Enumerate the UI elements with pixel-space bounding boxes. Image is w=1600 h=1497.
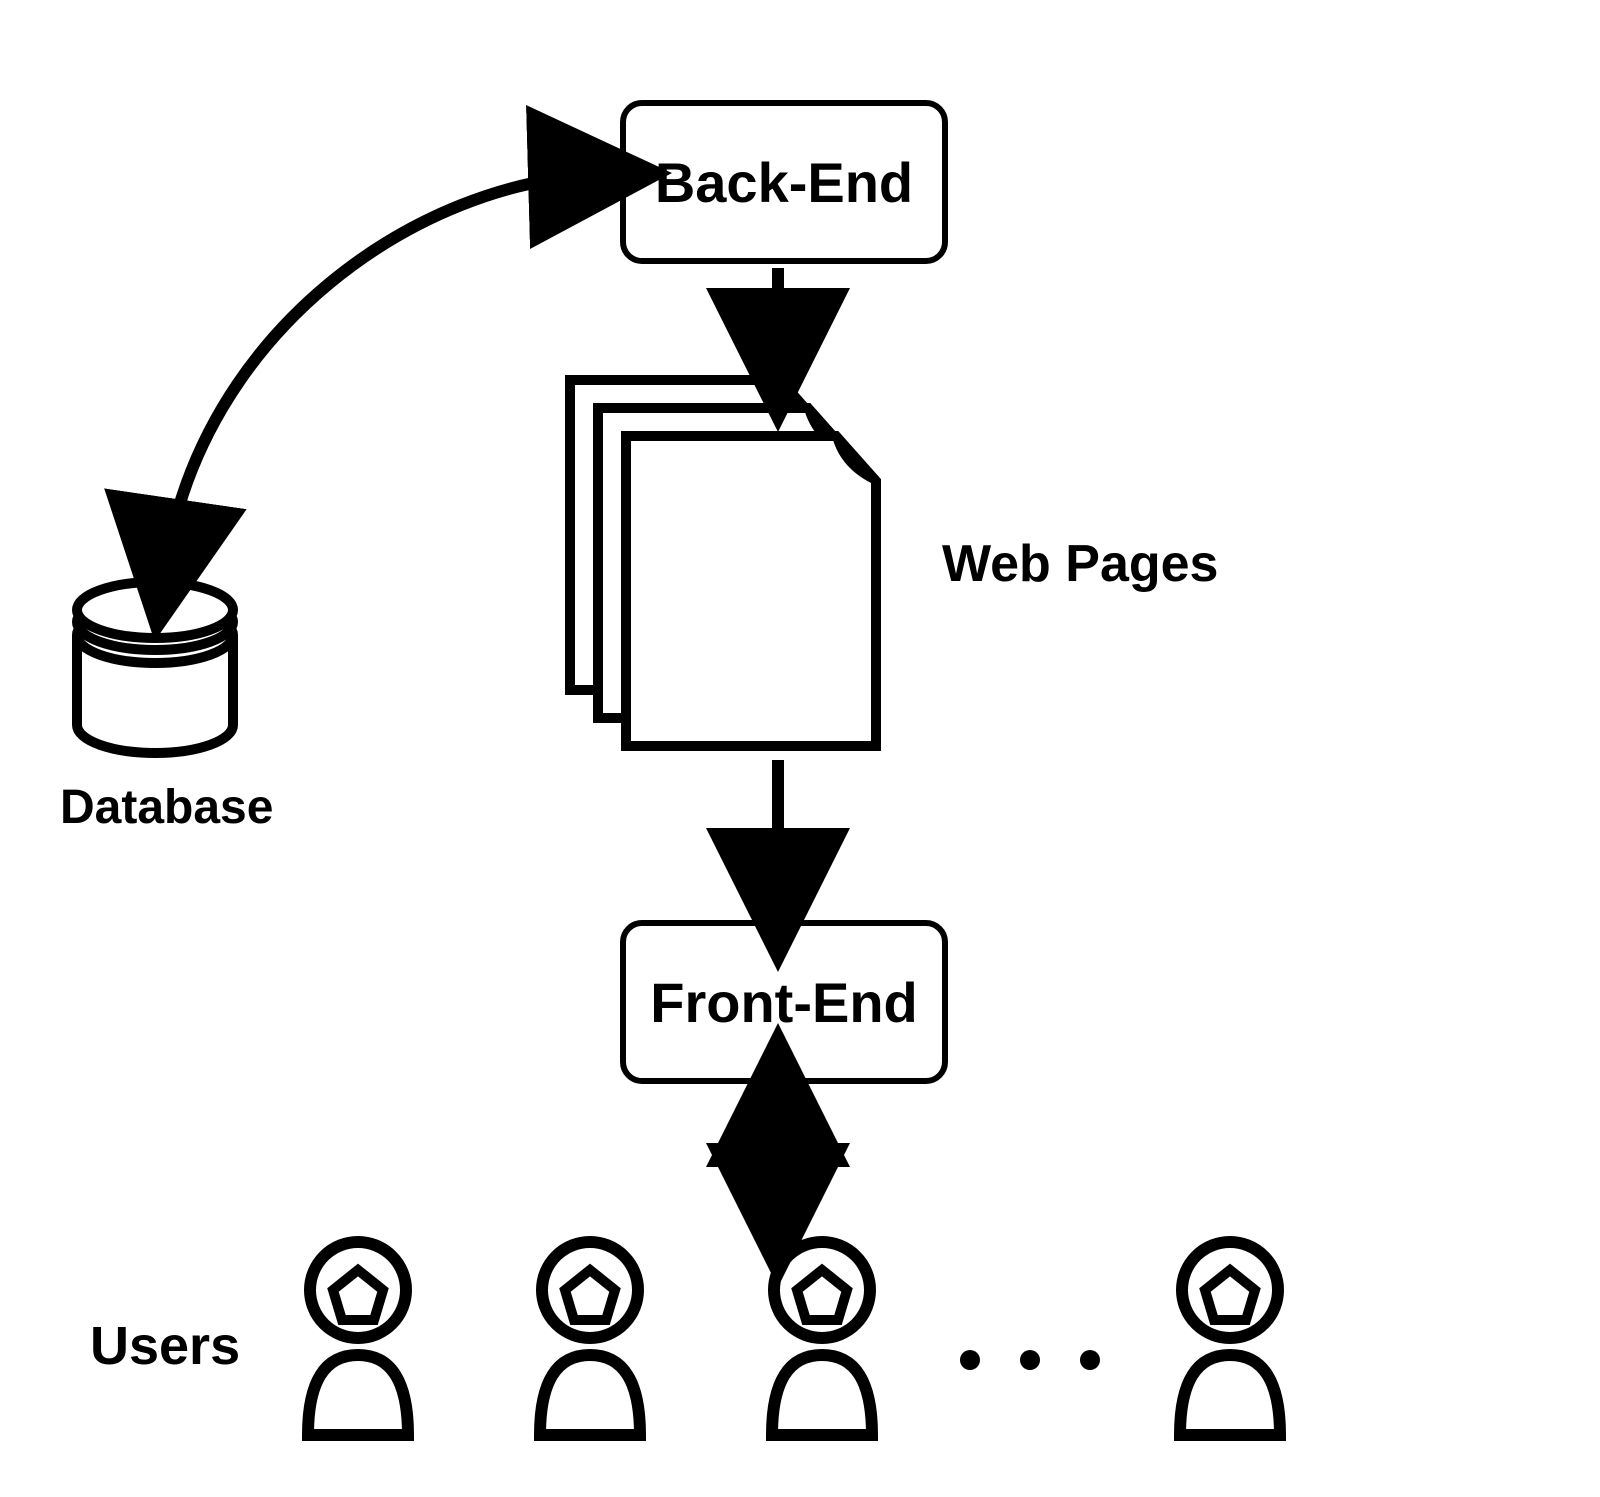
arrow-frontend-users <box>0 0 1600 1497</box>
diagram-stage: Database Back-End Web Pages Front-End Us… <box>0 0 1600 1497</box>
